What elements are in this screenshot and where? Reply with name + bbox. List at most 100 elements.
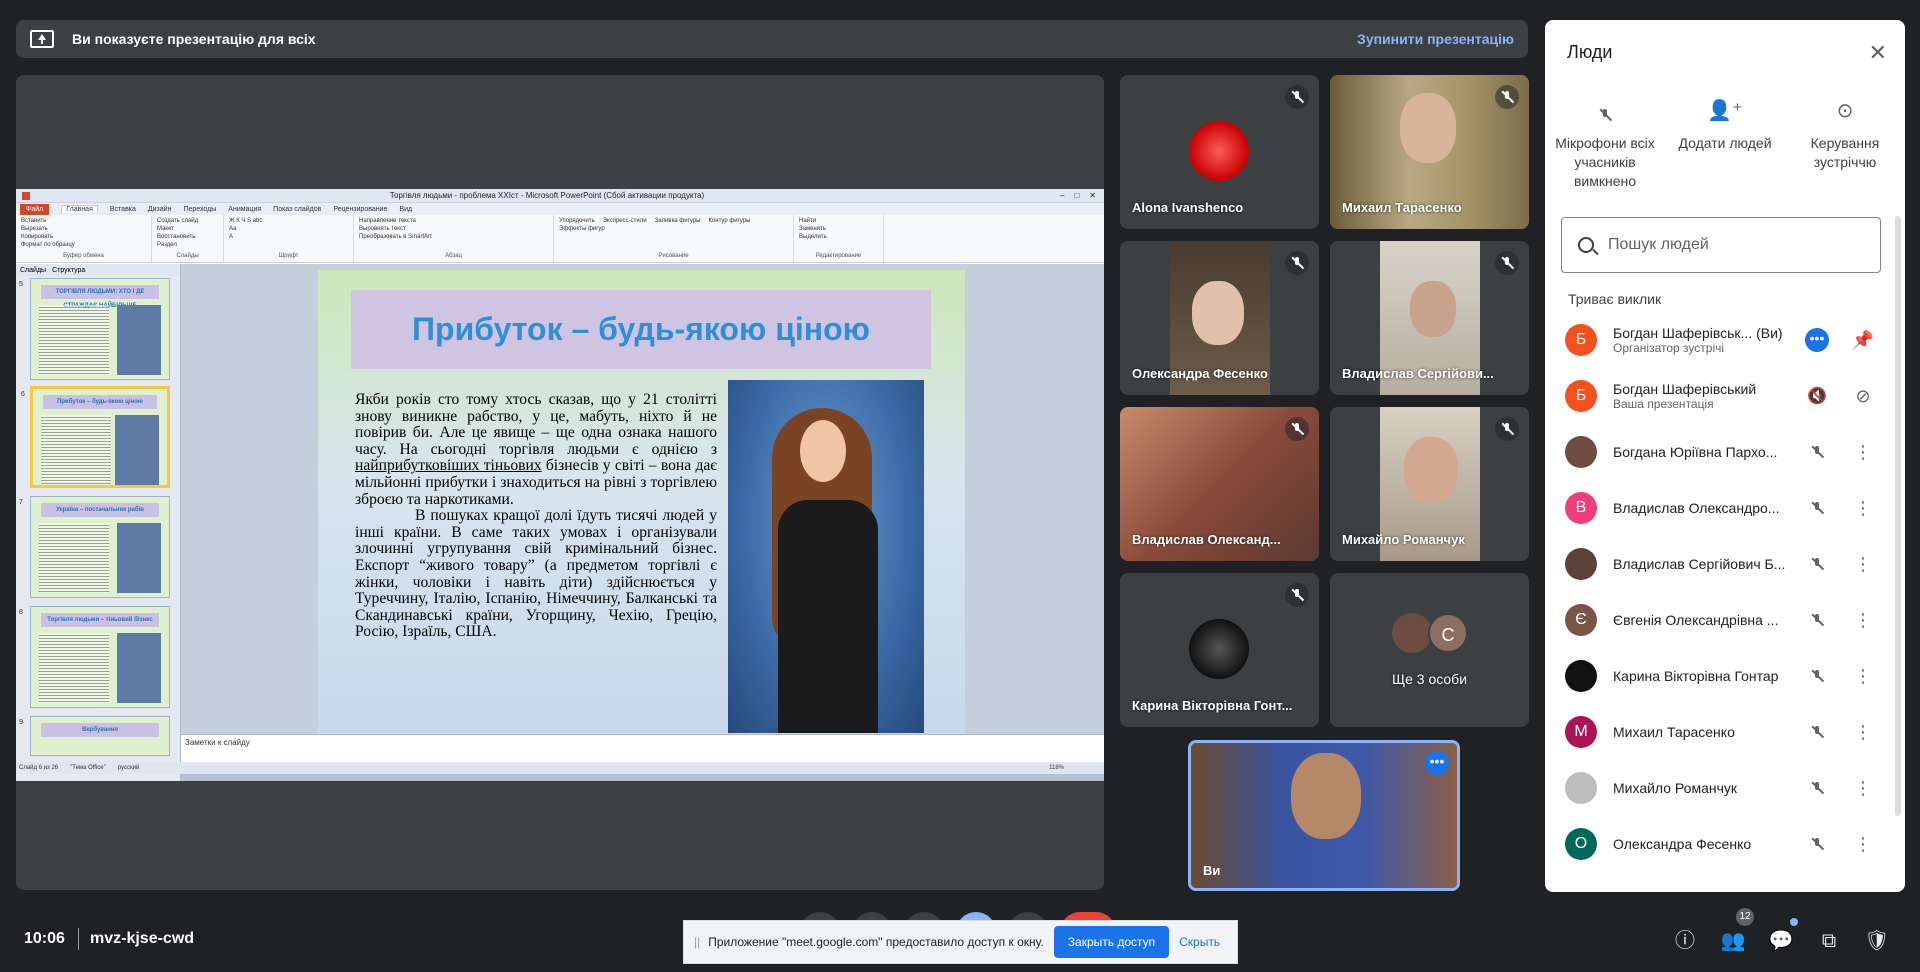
ppt-tab-slideshow[interactable]: Показ слайдов [273, 206, 321, 213]
ppt-tab-insert[interactable]: Вставка [110, 206, 136, 213]
mic-off-icon[interactable] [1805, 664, 1829, 688]
new-slide-button[interactable]: Создать слайд [157, 218, 218, 224]
host-controls-button[interactable]: ⊙ Керування зустріччю [1785, 101, 1905, 191]
pin-off-icon[interactable]: ⊘ [1851, 384, 1875, 408]
font-color-button[interactable]: A [229, 234, 348, 240]
more-participants-tile[interactable]: С Ще 3 особи [1330, 573, 1529, 727]
replace-button[interactable]: Заменить [799, 226, 878, 232]
format-painter-button[interactable]: Формат по образцу [21, 242, 146, 248]
layout-button[interactable]: Макет [157, 226, 218, 232]
more-vert-icon[interactable]: ⋮ [1851, 832, 1875, 856]
slide-thumbnail[interactable]: 7 Україна – постачальник рабів [19, 496, 170, 598]
ppt-tab-animation[interactable]: Анимация [228, 206, 261, 213]
more-vert-icon[interactable]: ⋮ [1851, 776, 1875, 800]
mic-off-icon[interactable] [1805, 720, 1829, 744]
drag-handle-icon[interactable]: || [694, 935, 700, 949]
tab-slides[interactable]: Слайды [20, 267, 46, 274]
pin-icon[interactable]: 📌 [1851, 328, 1875, 352]
section-button[interactable]: Раздел [157, 242, 218, 248]
ppt-tab-file[interactable]: Файл [20, 203, 50, 215]
stop-presenting-button[interactable]: Зупинити презентацію [1357, 31, 1514, 47]
ppt-tab-home[interactable]: Главная [61, 205, 98, 213]
participant-tile[interactable]: Карина Вікторівна Гонт... [1120, 573, 1319, 727]
mic-off-icon[interactable] [1805, 440, 1829, 464]
mic-off-icon[interactable] [1805, 776, 1829, 800]
slide-thumbnail[interactable]: 5 ТОРГІВЛЯ ЛЮДЬМИ: ХТО І ДЕ СТРАЖДАЄ НАЙ… [19, 278, 170, 380]
add-people-button[interactable]: 👤⁺ Додати людей [1665, 101, 1785, 191]
info-icon[interactable]: ⓘ [1672, 928, 1698, 954]
align-text-button[interactable]: Выровнять текст [359, 226, 548, 232]
more-vert-icon[interactable]: ⋮ [1851, 496, 1875, 520]
mic-off-icon[interactable] [1805, 496, 1829, 520]
smartart-button[interactable]: Преобразовать в SmartArt [359, 234, 548, 240]
more-vert-icon[interactable]: ⋮ [1851, 552, 1875, 576]
status-zoom[interactable]: 118% [1049, 765, 1064, 771]
copy-button[interactable]: Копировать [21, 234, 146, 240]
activities-icon[interactable]: ⧉ [1816, 928, 1842, 954]
more-vert-icon[interactable]: ⋮ [1851, 720, 1875, 744]
change-case-button[interactable]: Aa [229, 226, 348, 232]
hide-button[interactable]: Скрыть [1179, 935, 1220, 949]
shape-fill-button[interactable]: Заливка фигуры [655, 218, 701, 224]
shape-effects-button[interactable]: Эффекты фигур [559, 226, 605, 232]
participant-row[interactable]: Б Богдан Шаферівськ... (Ви) Організатор з… [1545, 312, 1905, 368]
more-options-icon[interactable]: ••• [1805, 328, 1829, 352]
participant-row[interactable]: О Олександра Фесенко ⋮ [1545, 816, 1905, 872]
participant-row[interactable]: Михайло Романчук ⋮ [1545, 760, 1905, 816]
participant-tile[interactable]: Михаил Тарасенко [1330, 75, 1529, 229]
participant-row[interactable]: Б Богдан Шаферівський Ваша презентація 🔇 … [1545, 368, 1905, 424]
participant-row[interactable]: Владислав Сергійович Б... ⋮ [1545, 536, 1905, 592]
participant-row[interactable]: В Владислав Олександро... ⋮ [1545, 480, 1905, 536]
mic-off-icon[interactable] [1805, 608, 1829, 632]
participant-row[interactable]: Карина Вікторівна Гонтар ⋮ [1545, 648, 1905, 704]
participant-tile[interactable]: Владислав Олександ... [1120, 407, 1319, 561]
ppt-tab-view[interactable]: Вид [399, 206, 412, 213]
shape-outline-button[interactable]: Контур фигуры [708, 218, 750, 224]
reset-button[interactable]: Восстановить [157, 234, 218, 240]
font-format-buttons[interactable]: Ж К Ч S abc [229, 218, 348, 224]
current-slide[interactable]: Прибуток – будь-якою ціною Якби років ст… [318, 270, 965, 734]
stop-sharing-button[interactable]: Закрыть доступ [1053, 926, 1170, 958]
minimize-icon[interactable]: – [1060, 191, 1064, 200]
participant-tile[interactable]: Олександра Фесенко [1120, 241, 1319, 395]
participant-row[interactable]: Є Євгенія Олександрівна ... ⋮ [1545, 592, 1905, 648]
arrange-button[interactable]: Упорядочить [559, 218, 595, 224]
paste-button[interactable]: Вставить [21, 218, 146, 224]
maximize-icon[interactable]: □ [1074, 191, 1079, 200]
mic-off-icon[interactable] [1805, 552, 1829, 576]
tab-outline[interactable]: Структура [52, 267, 85, 274]
select-button[interactable]: Выделить [799, 234, 878, 240]
participant-tile[interactable]: Alona Ivanshenco [1120, 75, 1319, 229]
close-icon[interactable]: ✕ [1869, 40, 1887, 66]
more-vert-icon[interactable]: ⋮ [1851, 440, 1875, 464]
participant-tile[interactable]: Владислав Сергійови... [1330, 241, 1529, 395]
quick-styles-button[interactable]: Экспресс-стили [603, 218, 647, 224]
slide-notes-field[interactable]: Заметки к слайду [181, 734, 1104, 762]
text-direction-button[interactable]: Направление текста [359, 218, 548, 224]
close-icon[interactable]: ✕ [1089, 191, 1096, 200]
participant-row[interactable]: Богдана Юріївна Пархо... ⋮ [1545, 424, 1905, 480]
cut-button[interactable]: Вырезать [21, 226, 146, 232]
search-people-input[interactable]: Пошук людей [1561, 217, 1881, 273]
slide-thumbnail-selected[interactable]: 6 Прибуток – будь-якою ціною [21, 386, 170, 488]
mic-off-icon[interactable] [1805, 832, 1829, 856]
slide-thumbnail[interactable]: 9 Вербування [19, 716, 170, 756]
find-button[interactable]: Найти [799, 218, 878, 224]
self-video-tile[interactable]: ••• Ви [1188, 740, 1460, 891]
more-options-icon[interactable]: ••• [1425, 751, 1449, 775]
ppt-tab-transitions[interactable]: Переходы [183, 206, 216, 213]
participant-row[interactable]: М Михаил Тарасенко ⋮ [1545, 704, 1905, 760]
panel-scrollbar[interactable] [1895, 216, 1901, 816]
more-vert-icon[interactable]: ⋮ [1851, 608, 1875, 632]
slide-para2: В пошуках кращої долі їдуть тисячі людей… [355, 507, 717, 641]
people-icon[interactable]: 👥 [1720, 928, 1746, 954]
participant-tile[interactable]: Михайло Романчук [1330, 407, 1529, 561]
more-vert-icon[interactable]: ⋮ [1851, 664, 1875, 688]
chat-icon[interactable]: 💬 [1768, 928, 1794, 954]
ppt-tab-review[interactable]: Рецензирование [333, 206, 387, 213]
slide-thumbnail[interactable]: 8 Торгівля людьми – тіньовий бізнес [19, 606, 170, 708]
participant-name: Владислав Сергійович Б... [1613, 556, 1786, 572]
host-controls-icon[interactable]: 🛡 [1864, 928, 1890, 954]
mute-all-button[interactable]: Мікрофони всіх учасників вимкнено [1545, 102, 1665, 191]
ppt-tab-design[interactable]: Дизайн [148, 206, 172, 213]
